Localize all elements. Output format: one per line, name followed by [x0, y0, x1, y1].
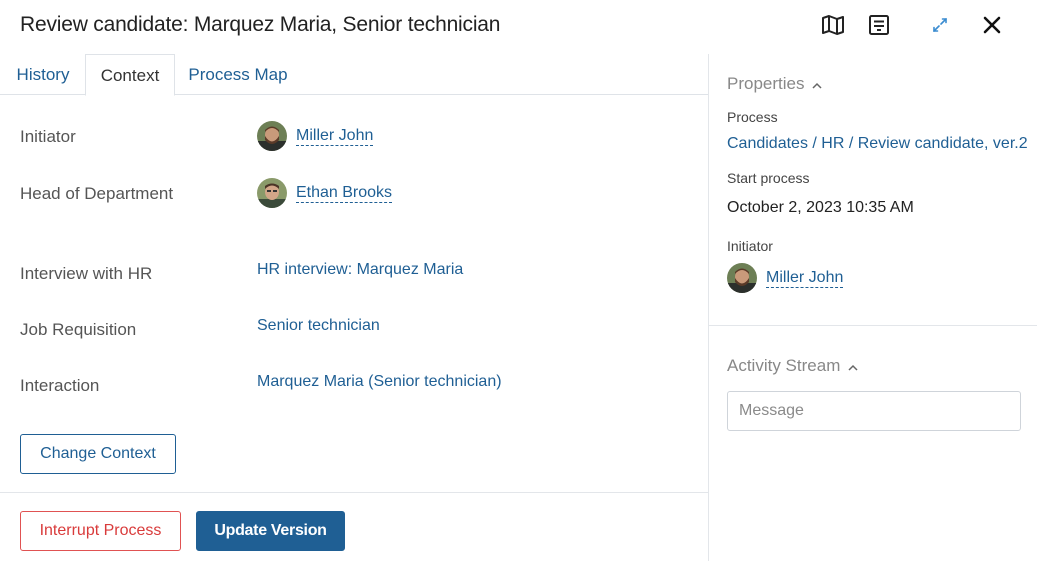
panel-divider — [708, 54, 709, 561]
properties-toggle[interactable]: Properties — [727, 74, 823, 94]
tab-bar: History Context Process Map — [0, 54, 708, 96]
job-requisition-link[interactable]: Senior technician — [257, 317, 380, 335]
chevron-up-icon — [848, 356, 858, 376]
avatar — [727, 263, 757, 293]
interaction-link[interactable]: Marquez Maria (Senior technician) — [257, 373, 502, 391]
tab-context[interactable]: Context — [85, 54, 175, 96]
initiator-name[interactable]: Miller John — [296, 127, 374, 146]
chevron-up-icon — [812, 74, 823, 94]
initiator-user[interactable]: Miller John — [257, 121, 374, 151]
page-title: Review candidate: Marquez Maria, Senior … — [20, 13, 501, 36]
head-of-department-user[interactable]: Ethan Brooks — [257, 178, 393, 208]
interview-link[interactable]: HR interview: Marquez Maria — [257, 261, 463, 279]
start-process-value: October 2, 2023 10:35 AM — [727, 199, 914, 216]
side-divider — [709, 325, 1037, 326]
footer-divider — [0, 492, 708, 493]
head-of-department-label: Head of Department — [20, 184, 174, 203]
process-link[interactable]: Candidates / HR / Review candidate, ver.… — [727, 135, 1028, 153]
close-icon[interactable] — [979, 12, 1005, 38]
avatar — [257, 121, 287, 151]
map-icon[interactable] — [820, 12, 846, 38]
initiator-label: Initiator — [20, 127, 76, 146]
side-initiator-label: Initiator — [727, 238, 773, 254]
job-requisition-label: Job Requisition — [20, 320, 137, 339]
activity-stream-heading: Activity Stream — [727, 356, 841, 375]
start-process-label: Start process — [727, 170, 810, 186]
interview-label: Interview with HR — [20, 264, 153, 283]
side-initiator-user[interactable]: Miller John — [727, 263, 844, 293]
update-version-button[interactable]: Update Version — [196, 511, 345, 551]
tab-history[interactable]: History — [0, 54, 86, 95]
interrupt-process-button[interactable]: Interrupt Process — [20, 511, 181, 551]
message-input[interactable] — [727, 391, 1021, 431]
avatar — [257, 178, 287, 208]
process-label: Process — [727, 109, 778, 125]
tab-process-map[interactable]: Process Map — [175, 54, 301, 95]
head-of-department-name[interactable]: Ethan Brooks — [296, 184, 393, 203]
panel-header: Review candidate: Marquez Maria, Senior … — [0, 0, 1037, 52]
expand-icon[interactable] — [927, 12, 953, 38]
change-context-button[interactable]: Change Context — [20, 434, 176, 474]
side-initiator-name[interactable]: Miller John — [766, 269, 844, 288]
interaction-label: Interaction — [20, 376, 100, 395]
properties-heading: Properties — [727, 74, 805, 93]
activity-stream-toggle[interactable]: Activity Stream — [727, 356, 858, 376]
form-icon[interactable] — [866, 12, 892, 38]
